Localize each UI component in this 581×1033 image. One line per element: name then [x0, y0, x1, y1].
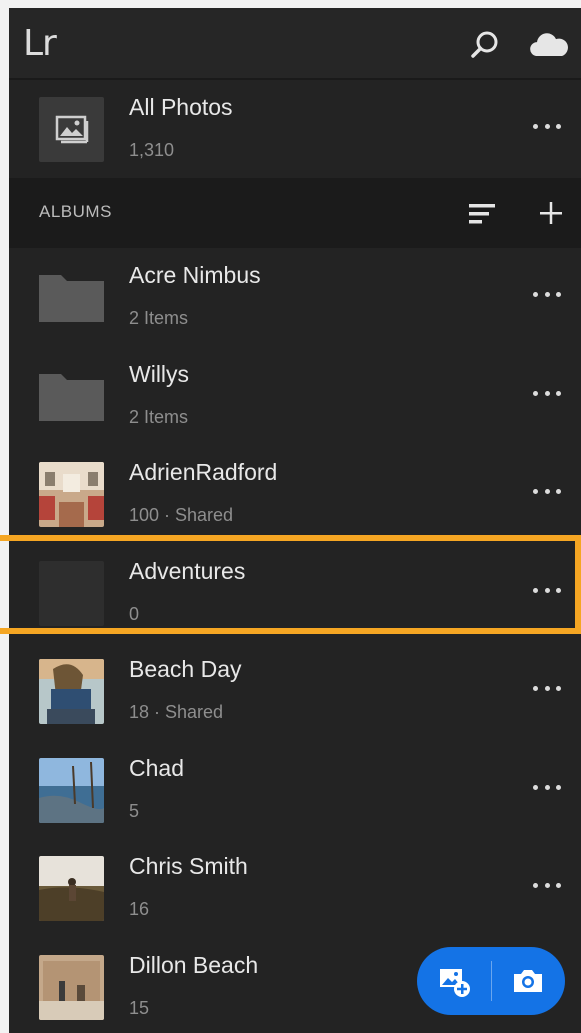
search-icon[interactable]: [465, 26, 505, 66]
more-options-icon[interactable]: [533, 580, 561, 600]
album-row[interactable]: Chad 5: [9, 741, 581, 839]
album-thumbnail: [39, 758, 104, 823]
all-photos-row[interactable]: All Photos 1,310: [9, 80, 581, 178]
album-meta: 16: [129, 899, 150, 919]
album-thumbnail: [39, 462, 104, 527]
add-photo-icon[interactable]: [417, 947, 491, 1015]
top-bar: Lr: [9, 8, 581, 80]
album-thumbnail: [39, 856, 104, 921]
album-row[interactable]: Chris Smith 16: [9, 839, 581, 937]
album-meta: 100 · Shared: [129, 505, 234, 525]
more-options-icon[interactable]: [533, 116, 561, 136]
more-options-icon[interactable]: [533, 875, 561, 895]
sort-icon[interactable]: [465, 196, 501, 232]
album-row[interactable]: Willys 2 Items: [9, 347, 581, 445]
more-options-icon[interactable]: [533, 284, 561, 304]
album-thumbnail: [39, 955, 104, 1020]
more-options-icon[interactable]: [533, 481, 561, 501]
album-meta: 2 Items: [129, 308, 189, 328]
album-meta: 15: [129, 998, 150, 1018]
album-name: AdrienRadford: [129, 459, 278, 485]
more-options-icon[interactable]: [533, 777, 561, 797]
album-name: Chris Smith: [129, 853, 248, 879]
album-meta: 5: [129, 801, 140, 821]
album-row[interactable]: AdrienRadford 100 · Shared: [9, 445, 581, 543]
album-name: Adventures: [129, 558, 246, 584]
album-meta: 2 Items: [129, 407, 189, 427]
plus-icon[interactable]: [535, 196, 571, 232]
album-meta: 0: [129, 604, 140, 624]
more-options-icon[interactable]: [533, 383, 561, 403]
album-name: Dillon Beach: [129, 952, 259, 978]
album-thumbnail: [39, 659, 104, 724]
album-name: Acre Nimbus: [129, 262, 261, 288]
album-row[interactable]: Beach Day 18 · Shared: [9, 642, 581, 740]
camera-icon[interactable]: [492, 947, 566, 1015]
album-name: Beach Day: [129, 656, 242, 682]
albums-label: ALBUMS: [39, 202, 112, 221]
album-row[interactable]: Acre Nimbus 2 Items: [9, 248, 581, 346]
app-screen: Lr All Photos 1,310 ALBUMS Acre Nimbus 2…: [9, 8, 581, 1033]
album-row-selected[interactable]: Adventures 0: [9, 544, 581, 642]
all-photos-count: 1,310: [129, 140, 175, 160]
album-name: Willys: [129, 361, 190, 387]
all-photos-title: All Photos: [129, 94, 233, 120]
cloud-icon[interactable]: [528, 26, 568, 66]
all-photos-icon: [39, 97, 104, 162]
folder-icon: [39, 265, 104, 330]
floating-action-button: [417, 947, 565, 1015]
empty-album-thumbnail: [39, 561, 104, 626]
folder-icon: [39, 364, 104, 429]
album-meta: 18 · Shared: [129, 702, 224, 722]
lightroom-logo: Lr: [23, 23, 57, 64]
album-name: Chad: [129, 755, 184, 781]
albums-header: ALBUMS: [9, 178, 581, 248]
more-options-icon[interactable]: [533, 678, 561, 698]
